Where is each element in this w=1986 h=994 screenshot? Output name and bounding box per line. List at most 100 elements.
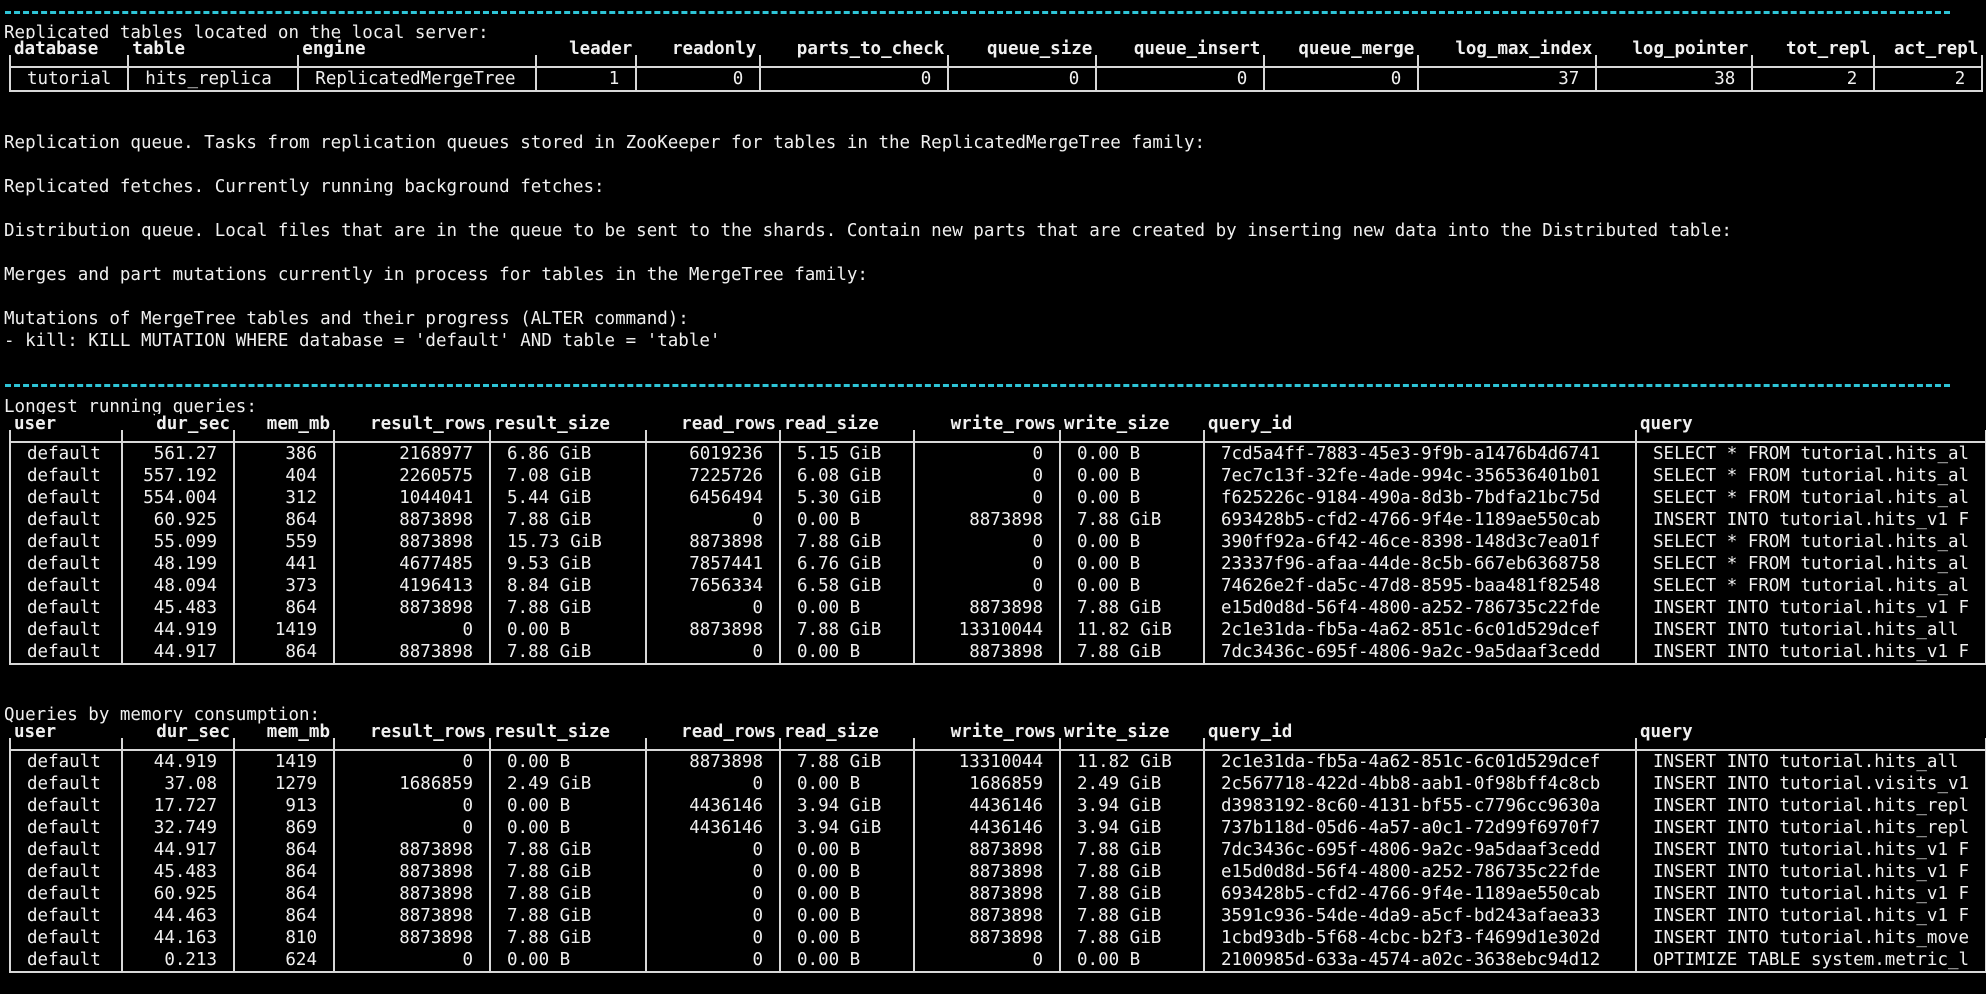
cell-query-id: 2c1e31da-fb5a-4a62-851c-6c01d529dcef bbox=[1203, 619, 1636, 641]
cell-dur-sec: 32.749 bbox=[121, 817, 234, 839]
cell-write-size: 11.82 GiB bbox=[1059, 619, 1204, 641]
cell-read-size: 0.00 B bbox=[779, 641, 914, 665]
cell-result-size: 7.88 GiB bbox=[489, 883, 646, 905]
cell-read-rows: 0 bbox=[645, 883, 780, 905]
cell-query: INSERT INTO tutorial.hits_all bbox=[1634, 750, 1986, 773]
cell-mem-mb: 864 bbox=[233, 905, 334, 927]
cell-result-rows: 1686859 bbox=[333, 773, 490, 795]
column-header-label: write_rows bbox=[949, 722, 1057, 742]
column-header-queue-insert: queue_insert bbox=[1095, 39, 1265, 68]
cell-write-rows: 4436146 bbox=[913, 795, 1060, 817]
table-row: default 45.483 864 8873898 7.88 GiB 0 0.00 B 88… bbox=[9, 861, 1986, 883]
cell-read-rows: 0 bbox=[645, 949, 780, 973]
cell-leader: 1 bbox=[535, 67, 637, 92]
column-header-database: database bbox=[8, 39, 129, 68]
cell-result-size: 2.49 GiB bbox=[489, 773, 646, 795]
cell-log-pointer: 38 bbox=[1595, 67, 1753, 92]
cell-dur-sec: 554.004 bbox=[121, 487, 234, 509]
column-header-mem-mb: mem_mb bbox=[233, 722, 334, 751]
cell-query: INSERT INTO tutorial.hits_v1 F bbox=[1634, 839, 1986, 861]
longest-queries-table: user dur_sec mem_mb result_rows result_size r… bbox=[9, 414, 1986, 665]
cell-read-rows: 0 bbox=[645, 773, 780, 795]
cell-mem-mb: 864 bbox=[233, 597, 334, 619]
cell-query-id: d3983192-8c60-4131-bf55-c7796cc9630a bbox=[1203, 795, 1636, 817]
cell-user: default bbox=[9, 597, 122, 619]
table-row: default 44.463 864 8873898 7.88 GiB 0 0.00 B 88… bbox=[9, 905, 1986, 927]
cell-table: hits_replica bbox=[127, 67, 299, 92]
cell-result-size: 9.53 GiB bbox=[489, 553, 646, 575]
cell-mem-mb: 404 bbox=[233, 465, 334, 487]
cell-result-rows: 1044041 bbox=[333, 487, 490, 509]
cell-mem-mb: 312 bbox=[233, 487, 334, 509]
cell-result-rows: 8873898 bbox=[333, 883, 490, 905]
column-header-readonly: readonly bbox=[635, 39, 761, 68]
cell-act-repl: 2 bbox=[1873, 67, 1984, 92]
cell-write-rows: 0 bbox=[913, 575, 1060, 597]
column-header-label: engine bbox=[301, 39, 367, 59]
column-header-query: query bbox=[1634, 414, 1986, 443]
cell-log-max-index: 37 bbox=[1417, 67, 1597, 92]
cell-query: INSERT INTO tutorial.hits_all bbox=[1634, 619, 1986, 641]
cell-read-rows: 0 bbox=[645, 927, 780, 949]
column-header-read-size: read_size bbox=[779, 722, 914, 751]
column-header-user: user bbox=[9, 414, 122, 443]
cell-read-size: 0.00 B bbox=[779, 905, 914, 927]
column-header-label: dur_sec bbox=[155, 722, 231, 742]
cell-mem-mb: 373 bbox=[233, 575, 334, 597]
kill-mutation-hint: - kill: KILL MUTATION WHERE database = '… bbox=[4, 331, 721, 351]
column-header-label: read_size bbox=[783, 722, 880, 742]
table-row: default 554.004 312 1044041 5.44 GiB 6456494 5… bbox=[9, 487, 1986, 509]
cell-write-rows: 13310044 bbox=[913, 619, 1060, 641]
cell-dur-sec: 37.08 bbox=[121, 773, 234, 795]
cell-result-size: 7.88 GiB bbox=[489, 927, 646, 949]
column-header-label: database bbox=[13, 39, 100, 59]
column-header-dur-sec: dur_sec bbox=[121, 414, 234, 443]
cell-user: default bbox=[9, 487, 122, 509]
cell-result-size: 0.00 B bbox=[489, 817, 646, 839]
cell-dur-sec: 60.925 bbox=[121, 883, 234, 905]
cell-query-id: f625226c-9184-490a-8d3b-7bdfa21bc75d bbox=[1203, 487, 1636, 509]
cell-write-rows: 0 bbox=[913, 465, 1060, 487]
column-header-label: write_size bbox=[1063, 414, 1171, 434]
table-row: default 37.08 1279 1686859 2.49 GiB 0 0.00 B 16… bbox=[9, 773, 1986, 795]
replicated-tables-table: database table engine leader readonly parts_t… bbox=[8, 39, 1984, 92]
cell-write-size: 7.88 GiB bbox=[1059, 927, 1204, 949]
separator-line bbox=[5, 11, 1950, 14]
cell-user: default bbox=[9, 575, 122, 597]
cell-write-size: 3.94 GiB bbox=[1059, 817, 1204, 839]
cell-mem-mb: 864 bbox=[233, 883, 334, 905]
cell-query: INSERT INTO tutorial.hits_v1 F bbox=[1634, 883, 1986, 905]
cell-result-size: 7.08 GiB bbox=[489, 465, 646, 487]
cell-write-rows: 8873898 bbox=[913, 509, 1060, 531]
column-header-label: user bbox=[13, 414, 58, 434]
cell-write-rows: 8873898 bbox=[913, 641, 1060, 665]
cell-write-rows: 8873898 bbox=[913, 927, 1060, 949]
table-row: default 60.925 864 8873898 7.88 GiB 0 0.00 B 88… bbox=[9, 883, 1986, 905]
cell-dur-sec: 45.483 bbox=[121, 861, 234, 883]
cell-mem-mb: 869 bbox=[233, 817, 334, 839]
cell-dur-sec: 561.27 bbox=[121, 442, 234, 465]
table-row: default 60.925 864 8873898 7.88 GiB 0 0.00 B 88… bbox=[9, 509, 1986, 531]
separator-line bbox=[5, 384, 1950, 387]
cell-result-rows: 0 bbox=[333, 795, 490, 817]
cell-result-size: 0.00 B bbox=[489, 750, 646, 773]
cell-mem-mb: 1279 bbox=[233, 773, 334, 795]
cell-result-size: 15.73 GiB bbox=[489, 531, 646, 553]
cell-result-size: 7.88 GiB bbox=[489, 839, 646, 861]
cell-write-size: 7.88 GiB bbox=[1059, 861, 1204, 883]
cell-read-rows: 8873898 bbox=[645, 531, 780, 553]
distribution-queue-heading: Distribution queue. Local files that are… bbox=[4, 221, 1732, 241]
cell-dur-sec: 0.213 bbox=[121, 949, 234, 973]
table-row: default 557.192 404 2260575 7.08 GiB 7225726 6… bbox=[9, 465, 1986, 487]
cell-read-rows: 0 bbox=[645, 509, 780, 531]
column-header-user: user bbox=[9, 722, 122, 751]
cell-read-size: 0.00 B bbox=[779, 597, 914, 619]
cell-query-id: 7cd5a4ff-7883-45e3-9f9b-a1476b4d6741 bbox=[1203, 442, 1636, 465]
table-row: default 0.213 624 0 0.00 B 0 0.00 B 0 0.00 B 2100… bbox=[9, 949, 1986, 973]
cell-dur-sec: 557.192 bbox=[121, 465, 234, 487]
cell-result-size: 0.00 B bbox=[489, 795, 646, 817]
cell-result-rows: 4677485 bbox=[333, 553, 490, 575]
cell-result-rows: 8873898 bbox=[333, 905, 490, 927]
cell-query: SELECT * FROM tutorial.hits_al bbox=[1634, 487, 1986, 509]
cell-result-rows: 0 bbox=[333, 949, 490, 973]
